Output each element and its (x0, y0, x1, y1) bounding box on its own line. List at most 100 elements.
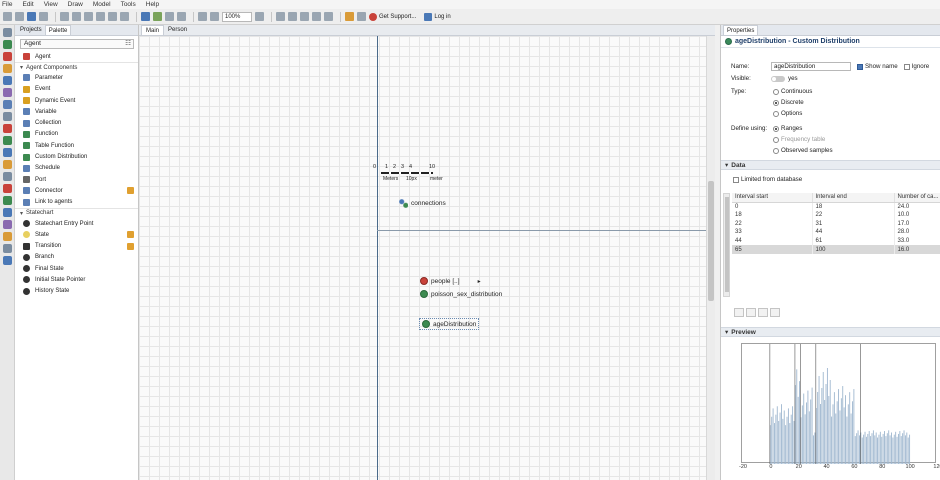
tab-main[interactable]: Main (141, 25, 165, 35)
cut-icon[interactable] (84, 12, 93, 21)
table-vertical-scrollbar[interactable] (723, 193, 730, 297)
table-cell[interactable]: 33 (732, 228, 813, 237)
analysis-icon[interactable] (3, 136, 12, 145)
undo-icon[interactable] (60, 12, 69, 21)
process-library-icon[interactable] (3, 40, 12, 49)
layers-icon[interactable] (324, 12, 333, 21)
table-cell[interactable]: 24.0 (894, 202, 940, 211)
palette-item-collection[interactable]: Collection (15, 117, 138, 128)
table-cell[interactable]: 31 (812, 219, 895, 229)
tab-properties[interactable]: Properties (723, 25, 759, 35)
new-icon[interactable] (3, 12, 12, 21)
move-row-icon[interactable] (758, 308, 768, 317)
pictures-icon[interactable] (3, 208, 12, 217)
table-cell[interactable]: 65 (732, 245, 813, 255)
menu-draw[interactable]: Draw (68, 1, 83, 8)
table-cell[interactable]: 18 (812, 202, 895, 211)
table-cell[interactable]: 16.0 (894, 245, 940, 255)
column-header[interactable]: Interval start (732, 193, 813, 203)
palette-item-initial-state-pointer[interactable]: Initial State Pointer (15, 274, 138, 285)
debug-icon[interactable] (177, 12, 186, 21)
data-section-header[interactable]: Data (721, 160, 940, 170)
save-icon[interactable] (27, 12, 36, 21)
distribution-table[interactable]: Interval start Interval end Number of ca… (732, 193, 940, 255)
limited-checkbox[interactable] (733, 176, 739, 183)
table-row[interactable]: 18 22 10.0 (732, 210, 940, 220)
delete-row-icon[interactable] (770, 308, 780, 317)
insert-row-icon[interactable] (746, 308, 756, 317)
add-row-icon[interactable] (734, 308, 744, 317)
presentation-icon[interactable] (3, 112, 12, 121)
menu-edit[interactable]: Edit (22, 1, 33, 8)
palette-item-custom-distribution[interactable]: Custom Distribution (15, 151, 138, 162)
table-row[interactable]: 0 18 24.0 (732, 202, 940, 211)
ignore-checkbox[interactable] (903, 63, 910, 70)
delete-icon[interactable] (120, 12, 129, 21)
radio-button[interactable] (773, 88, 779, 95)
controls-icon[interactable] (3, 124, 12, 133)
palette-item-state[interactable]: State (15, 229, 138, 240)
gis-icon[interactable] (3, 232, 12, 241)
get-support-button[interactable]: Get Support... (369, 11, 416, 22)
table-cell[interactable]: 28.0 (894, 228, 940, 237)
material-library-icon[interactable] (3, 100, 12, 109)
tab-person[interactable]: Person (164, 25, 191, 35)
people-population-object[interactable]: people [..] ▸ (420, 277, 481, 285)
palette-item-transition[interactable]: Transition (15, 240, 138, 251)
actionchart-icon[interactable] (3, 184, 12, 193)
table-cell[interactable]: 33.0 (894, 236, 940, 246)
show-name-checkbox[interactable] (857, 63, 863, 70)
paste-icon[interactable] (108, 12, 117, 21)
column-header[interactable]: Interval end (812, 193, 895, 203)
type-option-discrete[interactable]: Discrete (773, 99, 804, 106)
redo-icon[interactable] (72, 12, 81, 21)
palette-item-agent[interactable]: Agent (15, 51, 138, 62)
copy-icon[interactable] (96, 12, 105, 21)
run-dropdown-icon[interactable] (165, 12, 174, 21)
table-cell[interactable]: 44 (732, 236, 813, 246)
palette-view-icon[interactable]: ☷ (125, 40, 133, 48)
table-cell[interactable]: 22 (812, 210, 895, 220)
palette-category-select[interactable]: Agent ☷ (20, 39, 134, 49)
table-row[interactable]: 22 31 17.0 (732, 219, 940, 229)
palette-item-history-state[interactable]: History State (15, 286, 138, 297)
menu-tools[interactable]: Tools (121, 1, 136, 8)
agent-library-icon[interactable] (3, 28, 12, 37)
space-markup-icon[interactable] (3, 196, 12, 205)
zoom-in-icon[interactable] (198, 12, 207, 21)
table-cell[interactable]: 10.0 (894, 210, 940, 220)
palette-item-event[interactable]: Event (15, 84, 138, 95)
table-cell[interactable]: 18 (732, 210, 813, 220)
build-icon[interactable] (141, 12, 150, 21)
snap-icon[interactable] (312, 12, 321, 21)
menu-help[interactable]: Help (146, 1, 159, 8)
palette-item-connector[interactable]: Connector (15, 185, 138, 196)
connections-object[interactable]: connections (399, 199, 446, 208)
radio-button[interactable] (773, 147, 779, 154)
type-option-continuous[interactable]: Continuous (773, 88, 812, 95)
type-option-options[interactable]: Options (773, 110, 802, 117)
system-dynamics-icon[interactable] (3, 160, 12, 169)
help-icon[interactable] (357, 12, 366, 21)
poisson-sex-distribution-object[interactable]: poisson_sex_distribution (420, 290, 502, 298)
road-library-icon[interactable] (3, 88, 12, 97)
palette-item-dynamic-event[interactable]: Dynamic Event (15, 95, 138, 106)
column-header[interactable]: Number of ca... (894, 193, 940, 203)
define-option-frequency-table[interactable]: Frequency table (773, 136, 825, 143)
menu-file[interactable]: File (2, 1, 12, 8)
rail-library-icon[interactable] (3, 64, 12, 73)
menu-model[interactable]: Model (93, 1, 111, 8)
palette-section-header[interactable]: Statechart (15, 207, 138, 218)
table-cell[interactable]: 100 (812, 245, 895, 255)
preview-section-header[interactable]: Preview (721, 327, 940, 337)
palette-item-statechart-entry-point[interactable]: Statechart Entry Point (15, 218, 138, 229)
radio-button[interactable] (773, 99, 779, 106)
palette-item-final-state[interactable]: Final State (15, 263, 138, 274)
tab-projects[interactable]: Projects (17, 25, 45, 35)
select-icon[interactable] (276, 12, 285, 21)
radio-button[interactable] (773, 136, 779, 143)
name-field[interactable]: ageDistribution (771, 62, 851, 71)
tab-palette[interactable]: Palette (44, 25, 72, 35)
table-row[interactable]: 65 100 16.0 (732, 245, 940, 255)
save-all-icon[interactable] (39, 12, 48, 21)
